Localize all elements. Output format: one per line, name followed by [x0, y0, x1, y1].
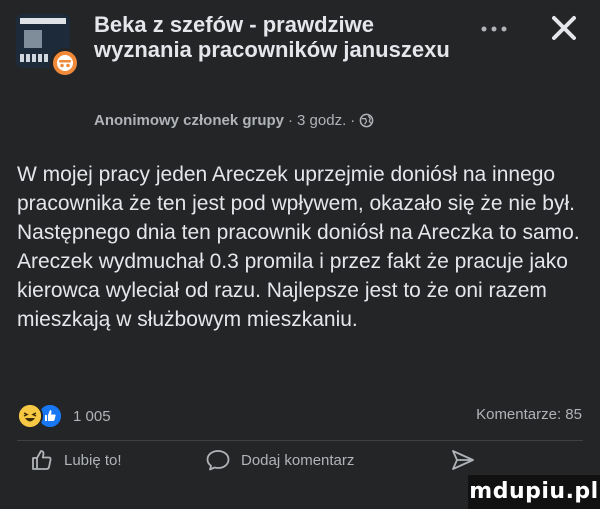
watermark: mdupiu.pl: [468, 475, 600, 509]
meta-separator-2: ·: [350, 112, 356, 129]
haha-reaction-icon: [17, 403, 43, 429]
more-icon[interactable]: [474, 14, 514, 38]
like-button-label: Lubię to!: [64, 451, 122, 469]
post-meta: Anonimowy członek grupy · 3 godz. ·: [94, 112, 374, 129]
like-button[interactable]: Lubię to!: [30, 444, 122, 476]
action-bar: Lubię to! Dodaj komentarz: [0, 440, 600, 480]
close-icon[interactable]: [546, 10, 582, 46]
avatar-panel: [24, 30, 42, 48]
globe-icon: [359, 113, 374, 128]
meta-separator: ·: [288, 112, 294, 129]
comment-button[interactable]: Dodaj komentarz: [205, 444, 354, 476]
avatar-strip: [20, 18, 66, 24]
avatar-lines: [20, 54, 50, 62]
author-name[interactable]: Anonimowy członek grupy: [94, 112, 284, 129]
share-button[interactable]: [450, 444, 476, 476]
post-header: Beka z szefów - prawdziwe wyznania praco…: [0, 0, 600, 150]
group-title[interactable]: Beka z szefów - prawdziwe wyznania praco…: [94, 12, 474, 62]
comments-count[interactable]: Komentarze: 85: [476, 406, 582, 423]
share-icon: [452, 450, 474, 470]
anonymous-icon: [50, 48, 80, 78]
comment-button-label: Dodaj komentarz: [241, 451, 355, 469]
thumbs-up-icon: [32, 450, 52, 470]
post-time[interactable]: 3 godz.: [297, 112, 346, 129]
post-body: W mojej pracy jeden Areczek uprzejmie do…: [17, 163, 580, 331]
comment-icon: [206, 450, 230, 471]
reactions-count: 1 005: [73, 407, 111, 425]
reactions-summary[interactable]: 1 005: [17, 403, 111, 429]
